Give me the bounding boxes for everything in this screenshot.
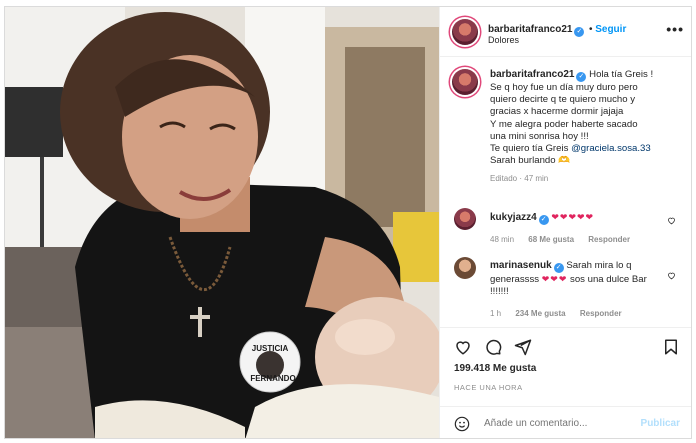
photo-illustration: JUSTICIA FERNANDO xyxy=(5,7,439,438)
comment-reply-button[interactable]: Responder xyxy=(588,235,630,244)
caption-line: Y me alegra poder haberte sacado xyxy=(490,118,638,130)
more-horizontal-icon[interactable]: ••• xyxy=(666,21,684,37)
instagram-post-embed: JUSTICIA FERNANDO barbaritafranco21 ✓ • S… xyxy=(4,6,692,439)
share-send-icon[interactable] xyxy=(514,338,532,356)
comment-item: marinasenuk ✓ Sarah mira lo q generassss … xyxy=(440,257,691,321)
follow-button[interactable]: Seguir xyxy=(595,24,626,35)
comment-body: kukyjazz4 ✓ ❤❤❤❤❤ xyxy=(490,211,660,225)
verified-badge-icon: ✓ xyxy=(574,27,585,37)
caption-avatar[interactable] xyxy=(452,69,478,95)
caption-line: gracias x hacerme dormir jajaja xyxy=(490,106,624,118)
post-caption: barbaritafranco21 ✓ Hola tía Greis ! Se q… xyxy=(490,69,686,186)
post-timestamp[interactable]: HACE UNA HORA xyxy=(454,383,523,392)
badge-line2: FERNANDO xyxy=(250,374,295,383)
post-photo[interactable]: JUSTICIA FERNANDO xyxy=(5,7,439,438)
comment-meta: 1 h 234 Me gusta Responder xyxy=(490,309,634,318)
post-header: barbaritafranco21 ✓ • Seguir Dolores ••• xyxy=(440,7,691,57)
caption-line: Se q hoy fue un día muy duro pero xyxy=(490,82,638,93)
like-heart-icon[interactable] xyxy=(454,338,472,356)
comment-input[interactable] xyxy=(484,418,624,429)
comment-likes[interactable]: 234 Me gusta xyxy=(515,309,565,318)
comment-age[interactable]: 1 h xyxy=(490,309,501,318)
comment-hearts: ❤❤❤❤❤ xyxy=(551,212,595,222)
caption-line: una mini sonrisa hoy !!! xyxy=(490,130,589,142)
author-avatar[interactable] xyxy=(452,19,478,45)
caption-mention-link[interactable]: @graciela.sosa.33 xyxy=(571,143,651,154)
comment-meta: 48 min 68 Me gusta Responder xyxy=(490,235,642,244)
comment-likes[interactable]: 68 Me gusta xyxy=(528,235,574,244)
comment-username[interactable]: marinasenuk xyxy=(490,260,552,271)
comment-like-heart-icon[interactable] xyxy=(667,271,676,280)
likes-count[interactable]: 199.418 Me gusta xyxy=(454,363,536,374)
comment-bubble-icon[interactable] xyxy=(484,338,502,356)
badge-line1: JUSTICIA xyxy=(252,344,289,353)
comment-item: kukyjazz4 ✓ ❤❤❤❤❤ 48 min 68 Me gusta Resp… xyxy=(440,208,691,248)
caption-line: Hola tía Greis ! xyxy=(589,69,654,80)
comment-body: marinasenuk ✓ Sarah mira lo q generassss … xyxy=(490,260,660,298)
verified-badge-icon: ✓ xyxy=(538,215,549,225)
verified-badge-icon: ✓ xyxy=(553,263,564,273)
post-sidebar: barbaritafranco21 ✓ • Seguir Dolores ••• … xyxy=(439,7,691,438)
post-location[interactable]: Dolores xyxy=(488,35,519,45)
publish-button[interactable]: Publicar xyxy=(641,418,680,429)
caption-line: Sarah burlando 🫶 xyxy=(490,155,571,167)
verified-badge-icon: ✓ xyxy=(576,72,587,82)
commenter-avatar[interactable] xyxy=(454,257,476,279)
caption-line: Te quiero tía Greis xyxy=(490,143,572,155)
comment-composer: Publicar xyxy=(440,406,691,438)
caption-line: quiero decirte q te quiero mucho y xyxy=(490,94,636,106)
comment-username[interactable]: kukyjazz4 xyxy=(490,212,537,223)
commenter-avatar[interactable] xyxy=(454,208,476,230)
caption-meta: Editado · 47 min xyxy=(490,174,549,184)
comment-reply-button[interactable]: Responder xyxy=(580,309,622,318)
emoji-icon[interactable] xyxy=(454,416,470,432)
author-username[interactable]: barbaritafranco21 xyxy=(488,24,572,35)
bookmark-icon[interactable] xyxy=(662,338,680,356)
caption-username[interactable]: barbaritafranco21 xyxy=(490,69,574,80)
comment-hearts: ❤❤❤ xyxy=(541,274,568,284)
post-actions xyxy=(440,327,691,363)
comment-like-heart-icon[interactable] xyxy=(667,216,676,225)
comment-age[interactable]: 48 min xyxy=(490,235,514,244)
